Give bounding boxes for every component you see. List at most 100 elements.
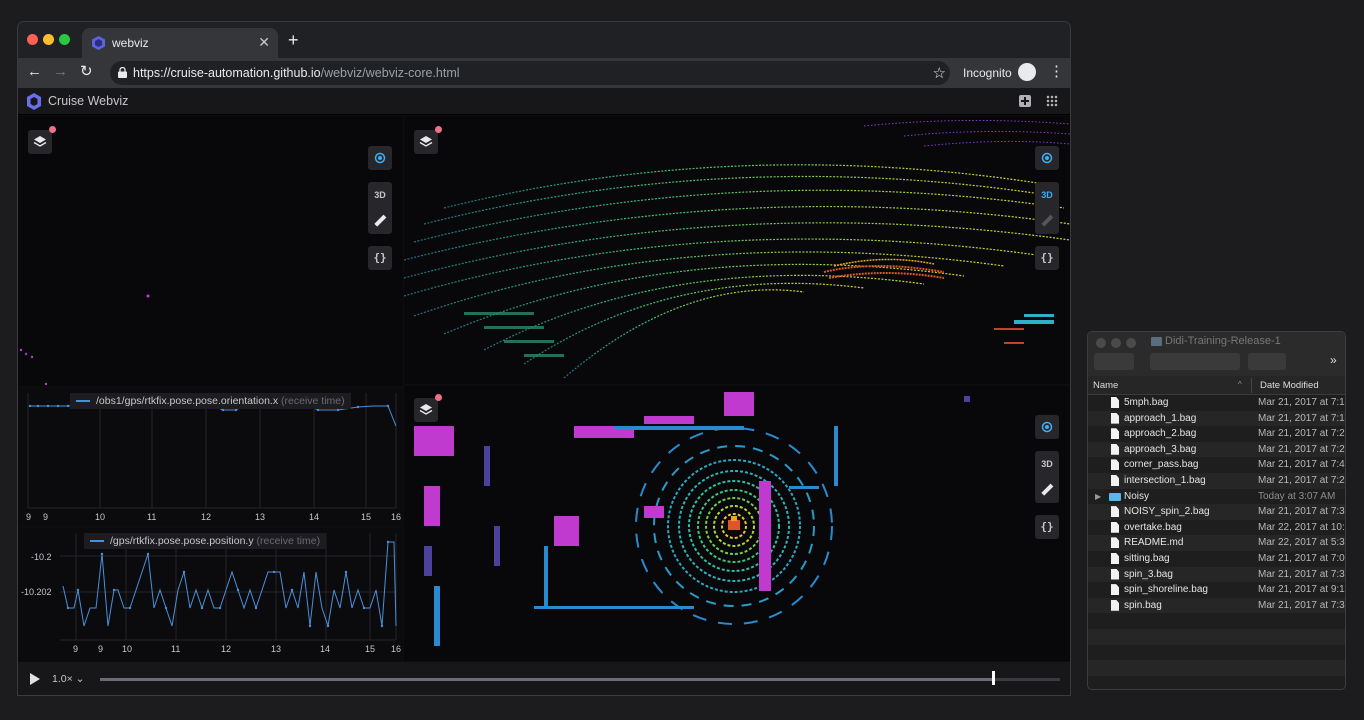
x-tick: 11 bbox=[171, 644, 181, 654]
plot-panel-orientation[interactable]: /obs1/gps/rtkfix.pose.pose.orientation.x… bbox=[18, 388, 403, 526]
file-row[interactable]: corner_pass.bag Mar 21, 2017 at 7:4 bbox=[1088, 457, 1345, 473]
forward-arrow-icon[interactable]: → bbox=[53, 63, 68, 81]
incognito-icon[interactable] bbox=[1018, 63, 1036, 81]
layout-grid-icon[interactable] bbox=[1046, 95, 1058, 107]
toolbar-overflow-icon[interactable]: » bbox=[1330, 353, 1337, 367]
file-row[interactable]: overtake.bag Mar 22, 2017 at 10: bbox=[1088, 520, 1345, 536]
close-window-button[interactable] bbox=[27, 34, 38, 45]
follow-orientation-button[interactable] bbox=[1035, 146, 1059, 170]
tab-webviz[interactable]: webviz ✕ bbox=[82, 28, 278, 58]
target-icon bbox=[1041, 421, 1053, 433]
x-tick: 10 bbox=[122, 644, 133, 654]
view-mode-buttons[interactable] bbox=[1150, 353, 1240, 370]
file-row[interactable]: ▶ Noisy Today at 3:07 AM bbox=[1088, 489, 1345, 505]
file-date: Mar 21, 2017 at 7:3 bbox=[1258, 506, 1345, 518]
3d-panel-left[interactable]: 3D {} bbox=[18, 116, 403, 386]
name-column-header[interactable]: Name bbox=[1093, 380, 1118, 391]
finder-minimize-button[interactable] bbox=[1111, 338, 1121, 348]
file-name: approach_3.bag bbox=[1124, 443, 1197, 455]
toggle-3d-button[interactable]: 3D bbox=[368, 182, 392, 208]
playback-timeline[interactable] bbox=[100, 678, 1060, 681]
file-date: Mar 21, 2017 at 7:4 bbox=[1258, 459, 1345, 471]
file-row[interactable]: README.md Mar 22, 2017 at 5:3 bbox=[1088, 535, 1345, 551]
3d-panel-perspective[interactable]: 3D {} bbox=[404, 116, 1070, 384]
reload-icon[interactable]: ↻ bbox=[80, 63, 93, 81]
file-row[interactable]: spin.bag Mar 21, 2017 at 7:3 bbox=[1088, 597, 1345, 614]
view-mode-group: 3D bbox=[368, 182, 392, 234]
file-name: approach_1.bag bbox=[1124, 412, 1197, 424]
file-row[interactable]: intersection_1.bag Mar 21, 2017 at 7:2 bbox=[1088, 472, 1345, 489]
topic-settings-button[interactable]: {} bbox=[1035, 246, 1059, 270]
document-icon bbox=[1111, 474, 1119, 486]
target-icon bbox=[374, 152, 386, 164]
ruler-icon bbox=[374, 214, 387, 227]
topic-settings-button[interactable]: {} bbox=[368, 246, 392, 270]
file-row[interactable]: NOISY_spin_2.bag Mar 21, 2017 at 7:3 bbox=[1088, 504, 1345, 520]
layers-button[interactable] bbox=[414, 398, 438, 422]
finder-zoom-button[interactable] bbox=[1126, 338, 1136, 348]
finder-close-button[interactable] bbox=[1096, 338, 1106, 348]
bookmark-star-icon[interactable]: ☆ bbox=[933, 64, 946, 82]
x-tick: 9 bbox=[73, 644, 79, 654]
measure-button[interactable] bbox=[1035, 208, 1059, 234]
file-row[interactable]: 5mph.bag Mar 21, 2017 at 7:1 bbox=[1088, 395, 1345, 411]
playback-speed-select[interactable]: 1.0× ⌄ bbox=[52, 673, 84, 685]
new-tab-button[interactable]: + bbox=[288, 31, 299, 49]
file-date: Mar 21, 2017 at 7:1 bbox=[1258, 412, 1345, 424]
file-row[interactable]: spin_3.bag Mar 21, 2017 at 7:3 bbox=[1088, 566, 1345, 583]
document-icon bbox=[1111, 506, 1119, 518]
follow-orientation-button[interactable] bbox=[368, 146, 392, 170]
file-row[interactable]: approach_3.bag Mar 21, 2017 at 7:2 bbox=[1088, 441, 1345, 458]
file-row[interactable]: approach_1.bag Mar 21, 2017 at 7:1 bbox=[1088, 410, 1345, 427]
timeline-scrubber[interactable] bbox=[991, 671, 995, 685]
zoom-window-button[interactable] bbox=[59, 34, 70, 45]
back-arrow-icon[interactable]: ← bbox=[27, 63, 42, 81]
play-icon[interactable] bbox=[30, 673, 40, 685]
plot-legend[interactable]: /gps/rtkfix.pose.pose.position.y (receiv… bbox=[84, 533, 327, 549]
topic-settings-button[interactable]: {} bbox=[1035, 515, 1059, 539]
folder-icon bbox=[1151, 337, 1162, 346]
toggle-3d-button[interactable]: 3D bbox=[1035, 451, 1059, 477]
measure-button[interactable] bbox=[1035, 477, 1059, 503]
file-name: approach_2.bag bbox=[1124, 428, 1197, 440]
toggle-3d-button[interactable]: 3D bbox=[1035, 182, 1059, 208]
file-row[interactable]: sitting.bag Mar 21, 2017 at 7:0 bbox=[1088, 551, 1345, 567]
file-date: Mar 21, 2017 at 7:0 bbox=[1258, 552, 1345, 564]
3d-panel-topdown[interactable]: 3D {} bbox=[404, 386, 1070, 661]
empty-row bbox=[1088, 645, 1345, 661]
browser-toolbar: ← → ↻ https://cruise-automation.github.i… bbox=[18, 58, 1070, 88]
file-date: Mar 21, 2017 at 7:2 bbox=[1258, 428, 1345, 440]
layers-button[interactable] bbox=[414, 130, 438, 154]
file-name: README.md bbox=[1124, 537, 1184, 549]
minimize-window-button[interactable] bbox=[43, 34, 54, 45]
follow-orientation-button[interactable] bbox=[1035, 415, 1059, 439]
y-tick: -10.202 bbox=[21, 587, 52, 597]
file-date: Mar 21, 2017 at 7:2 bbox=[1258, 474, 1345, 486]
layers-button[interactable] bbox=[28, 130, 52, 154]
file-row[interactable]: approach_2.bag Mar 21, 2017 at 7:2 bbox=[1088, 426, 1345, 442]
lock-icon bbox=[118, 67, 127, 78]
arrange-button[interactable] bbox=[1248, 353, 1286, 370]
file-row[interactable]: spin_shoreline.bag Mar 21, 2017 at 9:1 bbox=[1088, 582, 1345, 598]
plot-legend[interactable]: /obs1/gps/rtkfix.pose.pose.orientation.x… bbox=[70, 393, 351, 409]
url-text: https://cruise-automation.github.io/webv… bbox=[133, 66, 460, 80]
webviz-logo-icon bbox=[27, 93, 41, 110]
x-tick: 16 bbox=[391, 512, 402, 522]
document-icon bbox=[1111, 552, 1119, 564]
disclosure-triangle-icon[interactable]: ▶ bbox=[1095, 492, 1101, 501]
browser-menu-icon[interactable]: ⋮ bbox=[1049, 63, 1064, 81]
date-column-header[interactable]: Date Modified bbox=[1260, 380, 1319, 391]
measure-button[interactable] bbox=[368, 208, 392, 234]
incognito-label: Incognito bbox=[963, 66, 1012, 80]
tab-close-icon[interactable]: ✕ bbox=[258, 33, 270, 51]
back-forward-buttons[interactable] bbox=[1094, 353, 1134, 370]
finder-file-list: 5mph.bag Mar 21, 2017 at 7:1 approach_1.ba… bbox=[1088, 395, 1345, 689]
playback-bar: 1.0× ⌄ bbox=[18, 662, 1070, 695]
file-date: Mar 21, 2017 at 7:3 bbox=[1258, 599, 1345, 611]
add-panel-icon[interactable] bbox=[1019, 95, 1031, 107]
plot-panel-position[interactable]: /gps/rtkfix.pose.pose.position.y (receiv… bbox=[18, 528, 403, 662]
document-icon bbox=[1111, 397, 1119, 408]
address-bar[interactable]: https://cruise-automation.github.io/webv… bbox=[110, 61, 950, 85]
document-icon bbox=[1111, 568, 1119, 580]
sort-chevron-icon: ^ bbox=[1238, 380, 1242, 389]
